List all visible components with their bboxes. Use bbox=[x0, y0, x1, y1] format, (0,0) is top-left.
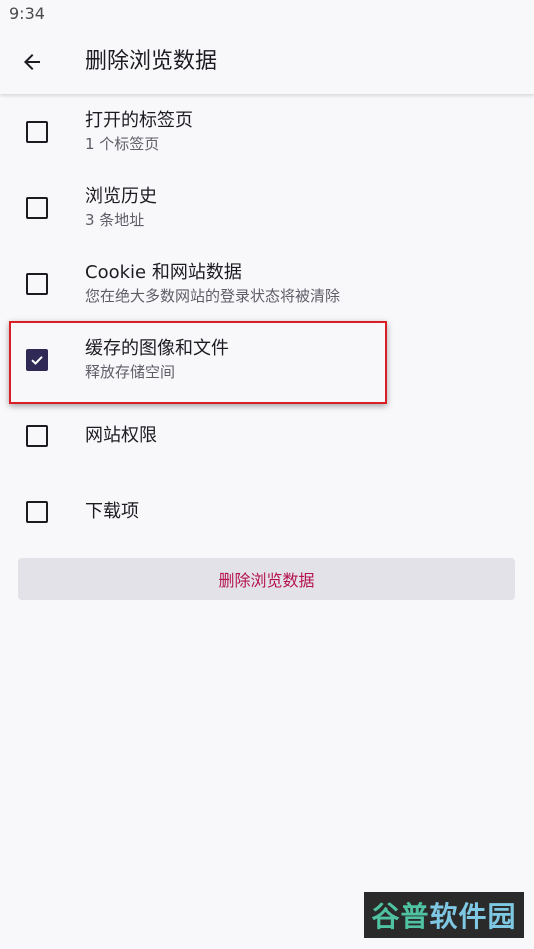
status-time: 9:34 bbox=[9, 4, 45, 23]
checkbox-cookies[interactable] bbox=[26, 273, 48, 295]
watermark-logo: 谷普软件园 bbox=[364, 892, 524, 938]
option-title: Cookie 和网站数据 bbox=[85, 262, 242, 283]
arrow-back-icon bbox=[24, 54, 40, 70]
checkbox-browsing-history[interactable] bbox=[26, 197, 48, 219]
option-site-permissions[interactable]: 网站权限 bbox=[0, 398, 534, 474]
check-icon bbox=[31, 356, 43, 365]
option-cookies[interactable]: Cookie 和网站数据 您在绝大多数网站的登录状态将被清除 bbox=[0, 246, 534, 322]
watermark-part1: 谷普 bbox=[371, 900, 430, 933]
option-title: 打开的标签页 bbox=[85, 110, 193, 131]
option-subtitle: 3 条地址 bbox=[85, 211, 145, 229]
option-subtitle: 释放存储空间 bbox=[85, 363, 176, 381]
checkbox-open-tabs[interactable] bbox=[26, 121, 48, 143]
checkbox-downloads[interactable] bbox=[26, 501, 48, 523]
option-browsing-history[interactable]: 浏览历史 3 条地址 bbox=[0, 170, 534, 246]
checkbox-site-permissions[interactable] bbox=[26, 425, 48, 447]
options-list: 打开的标签页 1 个标签页 浏览历史 3 条地址 Cookie 和网站数据 您在… bbox=[0, 94, 534, 550]
app-bar: 删除浏览数据 bbox=[0, 30, 534, 94]
checkbox-cached-images[interactable] bbox=[26, 349, 48, 371]
back-button[interactable] bbox=[12, 42, 52, 82]
option-downloads[interactable]: 下载项 bbox=[0, 474, 534, 550]
watermark-part2: 软件园 bbox=[429, 900, 517, 933]
delete-browsing-data-button[interactable]: 删除浏览数据 bbox=[18, 558, 515, 600]
option-title: 缓存的图像和文件 bbox=[85, 338, 229, 359]
option-title: 下载项 bbox=[85, 501, 139, 522]
option-subtitle: 1 个标签页 bbox=[85, 135, 160, 153]
option-subtitle: 您在绝大多数网站的登录状态将被清除 bbox=[85, 287, 341, 305]
option-title: 浏览历史 bbox=[85, 186, 157, 207]
option-cached-images[interactable]: 缓存的图像和文件 释放存储空间 bbox=[0, 322, 534, 398]
status-bar: 9:34 bbox=[0, 0, 534, 30]
option-open-tabs[interactable]: 打开的标签页 1 个标签页 bbox=[0, 94, 534, 170]
page-title: 删除浏览数据 bbox=[85, 49, 218, 74]
option-title: 网站权限 bbox=[85, 425, 157, 446]
watermark-text: 谷普软件园 bbox=[371, 895, 516, 935]
